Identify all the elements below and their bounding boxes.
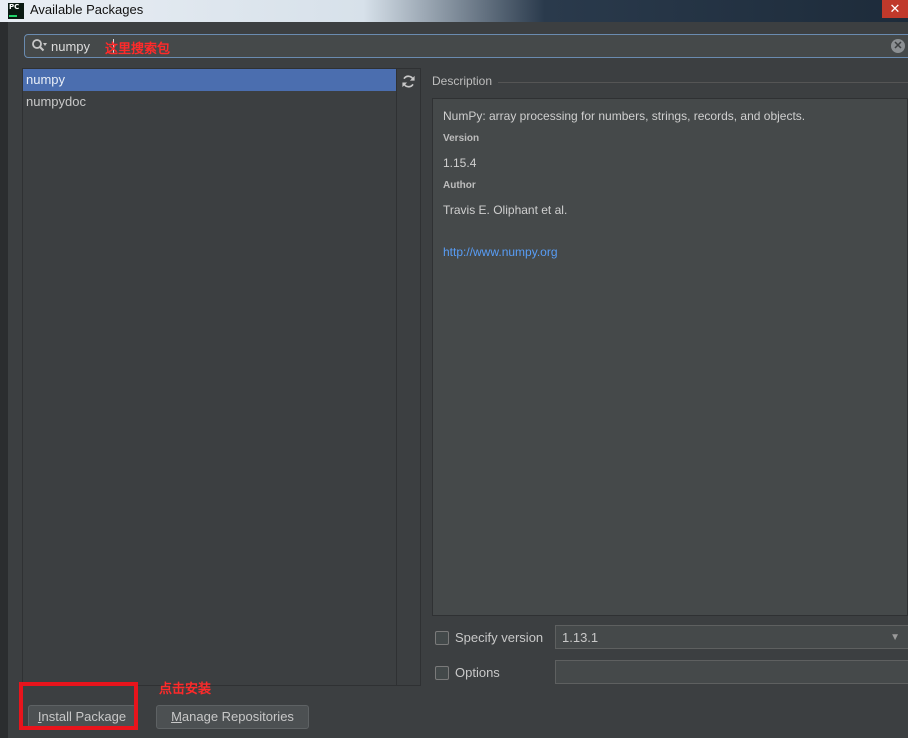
app-icon-text: PC: [9, 3, 20, 11]
version-select-value: 1.13.1: [562, 630, 599, 645]
version-value: 1.15.4: [443, 156, 477, 170]
options-input[interactable]: [555, 660, 908, 684]
search-input[interactable]: [51, 37, 111, 55]
window-title: Available Packages: [30, 2, 144, 17]
chevron-down-icon: ▼: [890, 632, 900, 643]
install-highlight-box: [19, 682, 138, 730]
description-label: Description: [432, 74, 493, 88]
author-value: Travis E. Oliphant et al.: [443, 203, 568, 217]
install-annotation: 点击安装: [159, 682, 212, 697]
pycharm-app-icon: PC: [8, 3, 24, 19]
background-window-edge: [0, 22, 8, 738]
manage-repositories-button[interactable]: Manage Repositories: [156, 705, 309, 729]
package-list: numpy numpydoc: [22, 68, 397, 686]
options-label: Options: [455, 665, 500, 680]
manage-mnemonic: M: [171, 709, 182, 724]
search-box[interactable]: 这里搜索包 ✕: [24, 34, 908, 58]
list-item[interactable]: numpy: [23, 69, 396, 91]
description-panel: NumPy: array processing for numbers, str…: [432, 98, 908, 616]
title-bar: PC Available Packages ✕: [0, 0, 908, 22]
search-annotation: 这里搜索包: [105, 42, 171, 57]
search-icon[interactable]: [31, 38, 47, 54]
specify-version-checkbox[interactable]: [435, 631, 449, 645]
package-summary: NumPy: array processing for numbers, str…: [443, 109, 806, 123]
author-heading: Author: [443, 180, 476, 191]
options-checkbox[interactable]: [435, 666, 449, 680]
clear-icon[interactable]: ✕: [891, 39, 905, 53]
specify-version-label: Specify version: [455, 630, 544, 645]
window-close-button[interactable]: ✕: [882, 0, 908, 18]
description-separator: [498, 82, 908, 83]
version-heading: Version: [443, 133, 480, 144]
version-select[interactable]: 1.13.1 ▼: [555, 625, 908, 649]
list-item[interactable]: numpydoc: [23, 91, 396, 113]
list-toolbar: [397, 68, 421, 686]
refresh-icon[interactable]: [401, 74, 416, 89]
manage-label-rest: anage Repositories: [181, 709, 294, 724]
homepage-link[interactable]: http://www.numpy.org: [443, 245, 558, 259]
